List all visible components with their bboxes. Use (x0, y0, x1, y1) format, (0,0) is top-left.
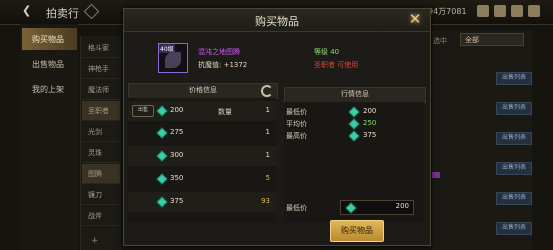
gem-icon (156, 196, 168, 208)
market-label: 最低价 (286, 108, 307, 116)
settings-icon[interactable] (528, 5, 540, 17)
sell-list-button[interactable]: 出售列表 (496, 72, 532, 85)
market-value: 250 (363, 119, 377, 127)
quantity-value: 1 (265, 151, 270, 159)
quantity-value: 5 (265, 174, 270, 182)
category-item[interactable]: 格斗家 (82, 38, 120, 58)
quantity-value: 1 (265, 128, 270, 136)
price-row[interactable]: 350 5 (128, 169, 276, 189)
sidebar-item-buy[interactable]: 购买物品 (22, 28, 77, 50)
gem-icon (156, 127, 168, 139)
refresh-icon[interactable] (261, 85, 273, 97)
gem-icon (345, 202, 357, 214)
buy-button[interactable]: 购买物品 (330, 220, 384, 242)
price-value: 275 (170, 128, 184, 136)
price-value: 375 (170, 197, 184, 205)
quantity-label: 数量 (218, 108, 232, 116)
gem-icon (156, 105, 168, 117)
min-price-label: 最低价 (286, 204, 307, 212)
diamond-icon (83, 3, 100, 20)
sell-tag: 出售 (132, 105, 154, 117)
quantity-value: 1 (265, 106, 270, 114)
price-value: 350 (170, 174, 184, 182)
market-value: 375 (363, 131, 377, 139)
market-label: 平均价 (286, 120, 307, 128)
totem-icon (165, 52, 181, 68)
filter-dropdown[interactable]: 全部 (460, 33, 524, 46)
item-class-requirement: 圣职者 可使用 (314, 61, 359, 69)
sell-list-button[interactable]: 出售列表 (496, 102, 532, 115)
price-row[interactable]: 300 1 (128, 146, 276, 166)
market-panel-title: 行情信息 (341, 90, 369, 98)
sell-list-button[interactable]: 出售列表 (496, 162, 532, 175)
page-title: 拍卖行 (46, 7, 79, 20)
price-value: 300 (170, 151, 184, 159)
price-value: 200 (170, 106, 184, 114)
category-item[interactable]: 镰刀 (82, 185, 120, 205)
item-name: 混沌之地图腾 (198, 48, 240, 56)
category-item[interactable]: 光剑 (82, 122, 120, 142)
price-row[interactable]: 275 1 (128, 123, 276, 143)
plus-icon[interactable]: + (91, 236, 99, 246)
category-item[interactable]: 图腾 (82, 164, 120, 184)
market-panel-header: 行情信息 (284, 87, 426, 103)
price-row[interactable]: 375 93 (128, 192, 276, 212)
price-panel-header: 价格信息 (128, 83, 278, 99)
min-price-value: 200 (395, 202, 409, 210)
sell-list-button[interactable]: 出售列表 (496, 222, 532, 235)
quantity-value: 93 (261, 197, 270, 205)
back-button[interactable]: ❮ (22, 4, 31, 17)
gem-icon (156, 173, 168, 185)
item-stat: 抗魔值: +1372 (198, 61, 248, 69)
mail-icon[interactable] (477, 5, 489, 17)
sell-list-button[interactable]: 出售列表 (496, 132, 532, 145)
item-level: 等级 40 (314, 48, 340, 56)
gem-icon (156, 150, 168, 162)
price-panel-title: 价格信息 (189, 86, 217, 94)
filter-label: 选中 (433, 37, 447, 45)
close-icon[interactable]: ✕ (406, 10, 424, 28)
market-value: 200 (363, 107, 377, 115)
dialog-header: 购买物品 ✕ (124, 9, 430, 32)
dialog-title: 购买物品 (255, 15, 299, 28)
category-item[interactable]: 魔法师 (82, 80, 120, 100)
category-item[interactable]: 灵珠 (82, 143, 120, 163)
sell-list-button[interactable]: 出售列表 (496, 192, 532, 205)
category-item[interactable]: 战斧 (82, 206, 120, 226)
menu-icon[interactable] (511, 5, 523, 17)
market-label: 最高价 (286, 132, 307, 140)
category-item[interactable]: 圣职者 (82, 101, 120, 121)
bag-icon[interactable] (494, 5, 506, 17)
category-item[interactable]: 神枪手 (82, 59, 120, 79)
sidebar-item-my-listings[interactable]: 我的上架 (22, 78, 77, 100)
item-icon: 40级 (158, 43, 188, 73)
rarity-marker (432, 172, 440, 178)
price-row[interactable]: 出售 200 数量 1 (128, 101, 276, 121)
min-price-input[interactable]: 200 (340, 200, 414, 215)
sidebar-item-sell[interactable]: 出售物品 (22, 53, 77, 75)
buy-item-dialog: 购买物品 ✕ 40级 混沌之地图腾 抗魔值: +1372 等级 40 圣职者 可… (123, 8, 431, 246)
currency-amount: 94万7081 (428, 7, 467, 16)
